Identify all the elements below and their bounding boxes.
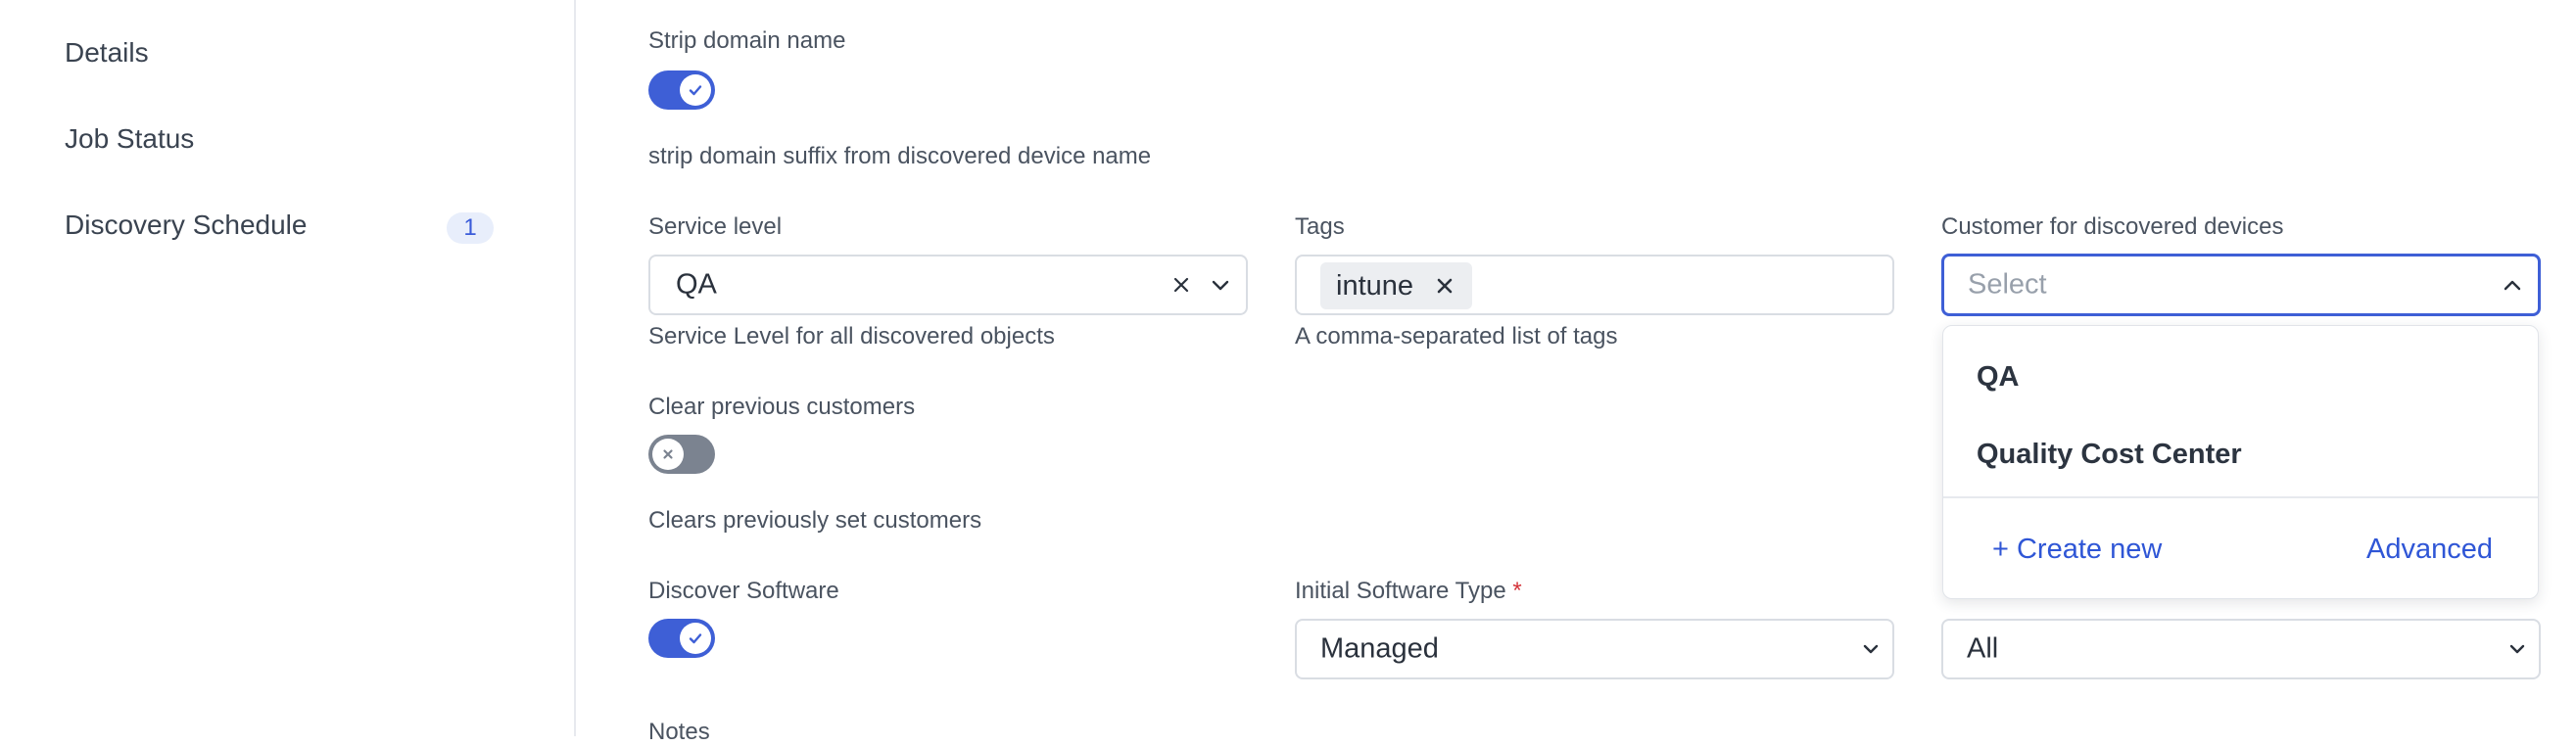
sidebar-item-label: Discovery Schedule (65, 210, 308, 240)
advanced-link[interactable]: Advanced (2366, 534, 2493, 566)
count-badge: 1 (447, 212, 494, 244)
sidebar-item-label: Job Status (65, 123, 195, 154)
clear-customers-label: Clear previous customers (648, 394, 916, 420)
create-new-link[interactable]: + Create new (1992, 534, 2162, 566)
service-level-select[interactable]: QA (648, 255, 1248, 315)
chevron-down-icon[interactable] (1859, 637, 1883, 661)
initial-software-type-label: Initial Software Type * (1295, 578, 1522, 605)
initial-software-type-select[interactable]: Managed (1295, 619, 1894, 679)
tags-help: A comma-separated list of tags (1295, 323, 1618, 350)
software-scope-select[interactable]: All (1941, 619, 2541, 679)
customer-label: Customer for discovered devices (1941, 213, 2284, 240)
sidebar-item-label: Details (65, 37, 149, 68)
initial-software-type-value: Managed (1320, 632, 1439, 665)
software-scope-value: All (1967, 632, 1999, 665)
required-mark: * (1512, 578, 1522, 604)
service-level-help: Service Level for all discovered objects (648, 323, 1055, 350)
tag-chip-label: intune (1336, 269, 1414, 302)
sidebar-item-discovery-schedule[interactable]: Discovery Schedule (65, 210, 307, 241)
strip-domain-toggle[interactable] (648, 70, 715, 110)
chevron-down-icon[interactable] (1209, 273, 1232, 297)
chevron-down-icon[interactable] (2505, 637, 2529, 661)
service-level-value: QA (676, 268, 717, 301)
tag-chip: intune (1320, 262, 1473, 309)
clear-customers-help: Clears previously set customers (648, 507, 982, 534)
clear-customers-toggle[interactable] (648, 435, 715, 474)
strip-domain-help: strip domain suffix from discovered devi… (648, 143, 1152, 169)
service-level-label: Service level (648, 213, 783, 240)
tags-input[interactable]: intune (1295, 255, 1894, 315)
sidebar: Details Job Status Discovery Schedule 1 (0, 0, 576, 736)
tags-label: Tags (1295, 213, 1345, 240)
discover-software-label: Discover Software (648, 578, 839, 604)
sidebar-item-job-status[interactable]: Job Status (65, 123, 194, 155)
discover-software-toggle[interactable] (648, 619, 715, 658)
customer-option-quality-cost-center[interactable]: Quality Cost Center (1977, 439, 2242, 471)
check-icon (680, 623, 711, 654)
strip-domain-label: Strip domain name (648, 27, 846, 54)
dropdown-divider (1943, 496, 2538, 498)
remove-tag-icon[interactable] (1433, 274, 1456, 298)
initial-software-type-text: Initial Software Type (1295, 578, 1506, 604)
customer-option-qa[interactable]: QA (1977, 361, 2020, 394)
customer-select[interactable]: Select (1941, 254, 2541, 316)
notes-label: Notes (648, 719, 710, 745)
x-icon (652, 439, 684, 470)
customer-placeholder: Select (1968, 268, 2047, 301)
chevron-up-icon[interactable] (2501, 274, 2524, 298)
clear-icon[interactable] (1169, 273, 1193, 297)
check-icon (680, 74, 711, 106)
customer-dropdown-menu: QA Quality Cost Center + Create new Adva… (1942, 325, 2539, 599)
sidebar-item-details[interactable]: Details (65, 37, 149, 69)
